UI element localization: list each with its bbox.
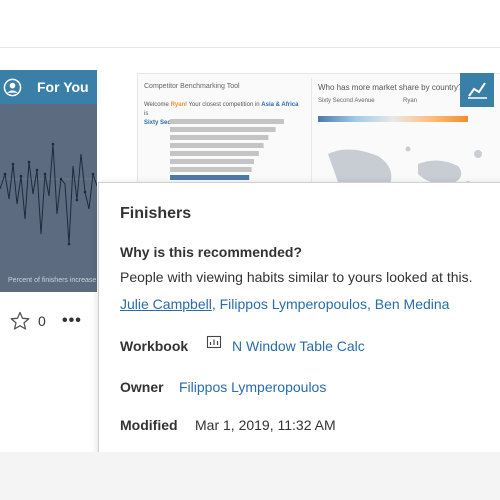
chart-view-button[interactable] — [460, 73, 494, 107]
owner-label: Owner — [120, 379, 164, 395]
user-link-filippos-lymperopoulos[interactable]: Filippos Lymperopoulos — [220, 296, 367, 312]
user-icon — [3, 78, 22, 97]
color-scale-bar — [318, 116, 468, 122]
chart-caption: Percent of finishers increase — [8, 277, 97, 284]
top-divider — [0, 47, 500, 48]
favorite-count: 0 — [38, 313, 46, 329]
thumbnail-bar — [170, 135, 269, 140]
for-you-banner: For You — [0, 70, 97, 104]
favorite-star-icon[interactable] — [10, 311, 30, 331]
competitor-thumbnail[interactable]: Competitor Benchmarking Tool Welcome Rya… — [137, 73, 500, 200]
thumbnail-legend-right: Ryan — [403, 98, 418, 104]
thumbnail-bar — [170, 159, 254, 164]
line-chart-icon — [468, 82, 487, 99]
popup-title: Finishers — [120, 205, 192, 222]
thumbnail-bar — [170, 143, 264, 148]
user-link-julie-campbell[interactable]: Julie Campbell — [120, 296, 212, 312]
modified-value: Mar 1, 2019, 11:32 AM — [195, 417, 336, 433]
workbook-label: Workbook — [120, 338, 189, 354]
workbook-link[interactable]: N Window Table Calc — [232, 338, 365, 354]
user-link-ben-medina[interactable]: Ben Medina — [375, 296, 450, 312]
modified-label: Modified — [120, 417, 178, 433]
thumbnail-bar — [170, 175, 250, 180]
more-actions-button[interactable]: ••• — [62, 312, 82, 330]
owner-link[interactable]: Filippos Lymperopoulos — [179, 379, 326, 395]
thumbnail-bar — [170, 119, 284, 124]
thumbnail-right-title: Who has more market share by country? — [318, 83, 463, 92]
thumbnail-bar — [170, 151, 259, 156]
for-you-card[interactable]: For You Percent of finishers increase — [0, 70, 97, 292]
thumbnail-divider — [311, 78, 312, 198]
thumbnail-title: Competitor Benchmarking Tool — [144, 83, 240, 90]
recommendation-popup: Finishers Why is this recommended? Peopl… — [98, 182, 500, 456]
sparkline-chart — [0, 142, 97, 246]
for-you-label: For You — [37, 79, 89, 95]
thumbnail-bar — [170, 127, 276, 132]
thumbnail-legend-left: Sixty Second Avenue — [318, 98, 375, 104]
reason-text: People with viewing habits similar to yo… — [120, 269, 473, 285]
thumbnail-bar — [170, 167, 252, 172]
bottom-band — [0, 452, 500, 500]
workbook-icon — [206, 335, 222, 349]
why-heading: Why is this recommended? — [120, 244, 303, 260]
similar-users-list: Julie Campbell, Filippos Lymperopoulos, … — [120, 296, 450, 312]
